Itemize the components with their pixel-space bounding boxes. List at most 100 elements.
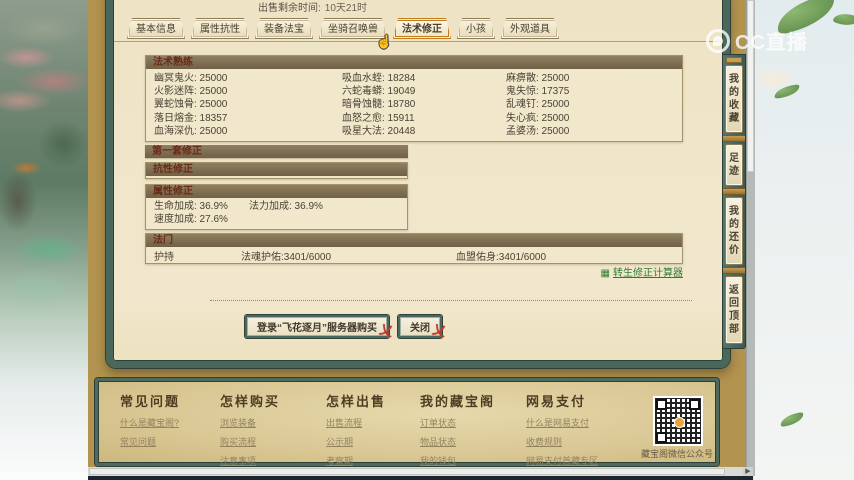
famen-row-label: 护持	[154, 248, 174, 263]
skill-entry: 落日熔金: 18357	[154, 112, 342, 125]
footer-columns: 常见问题什么是藏宝阁?常见问题怎样购买浏览装备购买流程注意事项怎样出售出售流程公…	[120, 391, 666, 467]
rebirth-calculator-link[interactable]: 转生修正计算器	[613, 268, 683, 279]
dialog-button-row: 登录“飞花逐月”服务器购买 乂 关闭 乂	[245, 315, 442, 338]
attribute-correction-header: 属性修正	[146, 185, 407, 198]
footer-column-title: 网易支付	[526, 391, 666, 410]
skill-entry: 六蛇毒蟒: 19049	[342, 85, 506, 98]
footer-link[interactable]: 浏览装备	[220, 416, 326, 429]
tab-6[interactable]: 小孩	[457, 18, 495, 39]
skill-entry: 幽冥鬼火: 25000	[154, 72, 342, 85]
footer-link[interactable]: 公示期	[326, 435, 420, 448]
footer-link[interactable]: 我的钱包	[420, 454, 526, 467]
attribute-correction-panel: 属性修正 生命加成: 36.9% 法力加成: 36.9% 速度加成: 27.6%	[145, 184, 408, 230]
qr-code	[653, 396, 703, 446]
qr-finder-icon	[689, 399, 700, 410]
close-label: 关闭	[410, 319, 430, 334]
footer-column-title: 怎样出售	[326, 391, 420, 410]
background-artwork-left	[0, 0, 88, 480]
hand-cursor-icon: ☝	[376, 34, 392, 50]
vertical-scrollbar[interactable]	[746, 0, 755, 476]
tab-row: 基本信息属性抗性装备法宝坐骑召唤兽法术修正小孩外观道具	[127, 18, 559, 41]
skill-entry: 麻痹散: 25000	[506, 72, 674, 85]
side-tab-divider	[723, 188, 745, 195]
cc-logo-icon	[706, 29, 730, 53]
footer-link[interactable]: 注意事项	[220, 454, 326, 467]
attribute-row: 速度加成: 27.6%	[154, 213, 399, 226]
skill-entry: 失心疯: 25000	[506, 112, 674, 125]
resistance-correction-panel: 抗性修正	[145, 162, 408, 179]
qr-caption: 藏宝阁微信公众号	[616, 447, 738, 460]
tab-2[interactable]: 属性抗性	[191, 18, 249, 39]
footer-link[interactable]: 常见问题	[120, 435, 220, 448]
tab-1[interactable]: 基本信息	[127, 18, 185, 39]
footer-link[interactable]: 物品状态	[420, 435, 526, 448]
attribute-correction-rows: 生命加成: 36.9% 法力加成: 36.9% 速度加成: 27.6%	[146, 198, 407, 229]
side-tab-2[interactable]: 足 迹	[725, 144, 743, 186]
skill-entry: 火影迷阵: 25000	[154, 85, 342, 98]
skill-entry: 翼蛇蚀骨: 25000	[154, 98, 342, 111]
footer-link[interactable]: 考察期	[326, 454, 420, 467]
skill-entry: 血怒之愈: 15911	[342, 112, 506, 125]
footer-column-1: 常见问题什么是藏宝阁?常见问题	[120, 391, 220, 467]
famen-value-2: 血盟佑身:3401/6000	[456, 248, 546, 263]
spell-proficiency-grid: 幽冥鬼火: 25000吸血水蛭: 18284麻痹散: 25000 火影迷阵: 25…	[146, 69, 682, 141]
famen-value-1: 法魂护佑:3401/6000	[241, 248, 331, 263]
side-tabs-cap	[726, 57, 742, 63]
rebirth-calculator-link-wrap: ▦转生修正计算器	[145, 264, 683, 279]
spell-proficiency-header: 法术熟练	[146, 56, 682, 69]
cc-live-watermark: CC直播	[706, 26, 808, 55]
background-artwork-right	[754, 0, 854, 480]
sell-remaining-time: 出售剩余时间:10天21时	[258, 0, 367, 14]
horizontal-scrollbar-thumb[interactable]	[89, 468, 725, 475]
tab-7[interactable]: 外观道具	[501, 18, 559, 39]
skill-entry: 暗骨蚀髓: 18780	[342, 98, 506, 111]
login-server-buy-button[interactable]: 登录“飞花逐月”服务器购买 乂	[245, 315, 389, 338]
stat-mp-bonus: 法力加成: 36.9%	[249, 200, 323, 213]
footer-link[interactable]: 什么是藏宝阁?	[120, 416, 220, 429]
horizontal-scrollbar[interactable]: ▶	[88, 467, 753, 476]
side-tab-4[interactable]: 返 回 顶 部	[725, 276, 743, 344]
attribute-row: 生命加成: 36.9% 法力加成: 36.9%	[154, 200, 399, 213]
footer-column-title: 常见问题	[120, 391, 220, 410]
footer-column-4: 我的藏宝阁订单状态物品状态我的钱包	[420, 391, 526, 467]
scroll-right-arrow-icon[interactable]: ▶	[743, 467, 753, 476]
footer-column-2: 怎样购买浏览装备购买流程注意事项	[220, 391, 326, 467]
footer-column-3: 怎样出售出售流程公示期考察期	[326, 391, 420, 467]
tab-5[interactable]: 法术修正	[393, 18, 451, 39]
seal-stamp-icon: 乂	[378, 319, 395, 341]
floating-side-tabs: 我 的 收 藏足 迹我 的 还 价返 回 顶 部	[722, 54, 746, 349]
spell-proficiency-panel: 法术熟练 幽冥鬼火: 25000吸血水蛭: 18284麻痹散: 25000 火影迷…	[145, 55, 683, 142]
calculator-icon: ▦	[601, 268, 610, 279]
skill-entry: 吸血水蛭: 18284	[342, 72, 506, 85]
stat-hp-bonus: 生命加成: 36.9%	[154, 200, 249, 213]
cc-logo-text: CC直播	[735, 26, 808, 55]
qr-code-pattern	[655, 398, 701, 444]
footer-column-title: 怎样购买	[220, 391, 326, 410]
close-button[interactable]: 关闭 乂	[398, 315, 442, 338]
footer-link[interactable]: 出售流程	[326, 416, 420, 429]
qr-center-logo-icon	[674, 417, 685, 428]
skill-entry: 吸星大法: 20448	[342, 125, 506, 138]
login-server-buy-label: 登录“飞花逐月”服务器购买	[257, 319, 377, 334]
famen-row: 护持 法魂护佑:3401/6000 血盟佑身:3401/6000	[146, 247, 682, 263]
skill-entry: 鬼失惊: 17375	[506, 85, 674, 98]
leaf-icon	[779, 412, 805, 427]
qr-finder-icon	[656, 432, 667, 443]
dotted-separator	[210, 300, 692, 301]
bottom-dark-strip	[88, 476, 753, 480]
side-tab-divider	[723, 267, 745, 274]
sell-time-label: 出售剩余时间:	[258, 3, 321, 14]
side-tab-3[interactable]: 我 的 还 价	[725, 197, 743, 265]
tab-divider-line	[114, 41, 722, 42]
footer-link[interactable]: 购买流程	[220, 435, 326, 448]
leaf-icon	[833, 9, 854, 29]
stat-speed-bonus: 速度加成: 27.6%	[154, 213, 249, 226]
famen-panel: 法门 护持 法魂护佑:3401/6000 血盟佑身:3401/6000	[145, 233, 683, 264]
skill-entry: 孟婆汤: 25000	[506, 125, 674, 138]
footer-link[interactable]: 什么是网易支付	[526, 416, 666, 429]
side-tab-divider	[723, 135, 745, 142]
famen-header: 法门	[146, 234, 682, 247]
tab-3[interactable]: 装备法宝	[255, 18, 313, 39]
footer-link[interactable]: 订单状态	[420, 416, 526, 429]
side-tab-1[interactable]: 我 的 收 藏	[725, 65, 743, 133]
